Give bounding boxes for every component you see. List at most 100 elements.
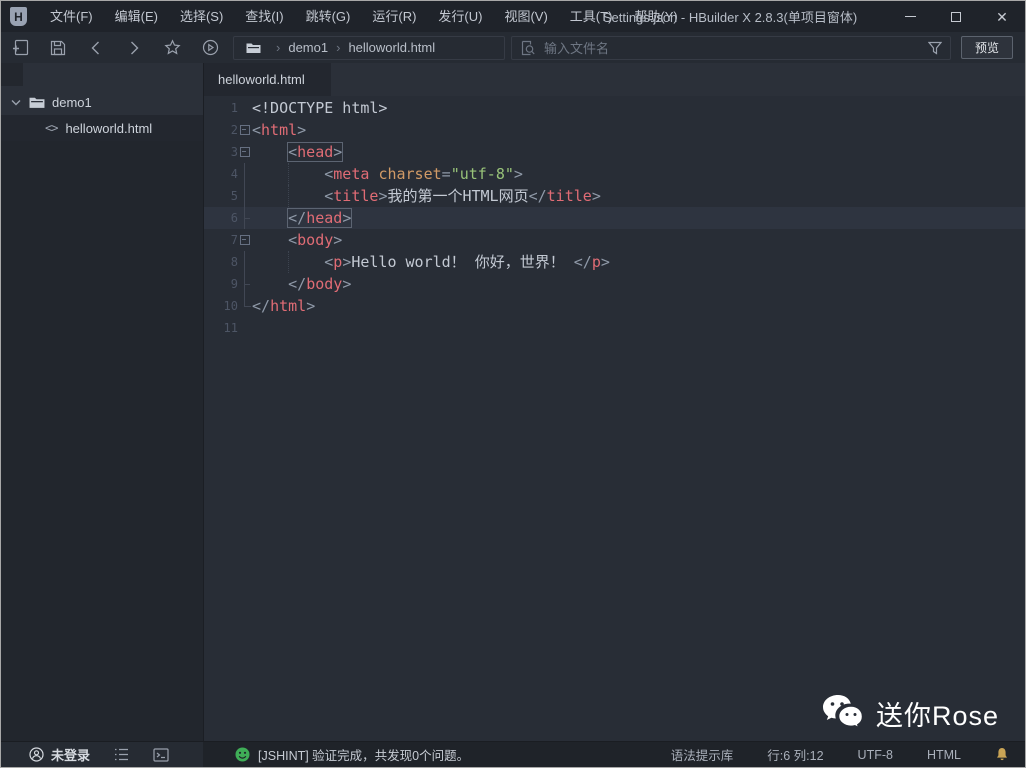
project-name-label: demo1 <box>52 95 92 110</box>
chevron-down-icon[interactable] <box>11 99 25 106</box>
line-number: 8 <box>204 251 238 273</box>
smiley-ok-icon <box>235 747 250 762</box>
code-line-5[interactable]: 5 <title>我的第一个HTML网页</title> <box>204 185 1025 207</box>
menu-item-2[interactable]: 选择(S) <box>169 1 234 32</box>
line-number: 6 <box>204 207 238 229</box>
app-window: H 文件(F)编辑(E)选择(S)查找(I)跳转(G)运行(R)发行(U)视图(… <box>0 0 1026 768</box>
save-button[interactable] <box>39 32 77 63</box>
line-number: 5 <box>204 185 238 207</box>
fold-toggle-icon[interactable] <box>238 141 252 163</box>
notifications-button[interactable] <box>995 747 1009 762</box>
main-area: demo1 <> helloworld.html helloworld.html… <box>1 63 1025 741</box>
code-line-6[interactable]: 6 </head> <box>204 207 1025 229</box>
bell-icon <box>995 747 1009 762</box>
menu-item-3[interactable]: 查找(I) <box>234 1 294 32</box>
outline-button[interactable] <box>114 748 129 761</box>
fold-guide <box>238 97 252 119</box>
fold-toggle-icon[interactable] <box>238 229 252 251</box>
indent-guide <box>288 163 289 185</box>
user-icon <box>29 747 44 762</box>
code-line-8[interactable]: 8 <p>Hello world！ 你好，世界！ </p> <box>204 251 1025 273</box>
fold-guide <box>238 163 252 185</box>
run-button[interactable] <box>191 32 229 63</box>
fold-guide <box>238 295 252 317</box>
encoding-selector[interactable]: UTF-8 <box>858 748 893 762</box>
code-text: <title>我的第一个HTML网页</title> <box>252 185 601 207</box>
code-text: <body> <box>252 229 342 251</box>
project-explorer: demo1 <> helloworld.html <box>1 63 203 741</box>
lint-message: [JSHINT] 验证完成，共发现0个问题。 <box>258 745 469 764</box>
code-line-11[interactable]: 11 <box>204 317 1025 339</box>
maximize-button[interactable] <box>933 1 979 32</box>
tab-helloworld[interactable]: helloworld.html <box>204 63 331 96</box>
close-button[interactable]: ✕ <box>979 1 1025 32</box>
tree-item-project[interactable]: demo1 <box>1 89 203 115</box>
forward-button[interactable] <box>115 32 153 63</box>
breadcrumb-file[interactable]: helloworld.html <box>348 40 435 55</box>
syntax-library-button[interactable]: 语法提示库 <box>671 745 734 764</box>
minimize-icon <box>905 16 916 17</box>
code-line-3[interactable]: 3 <head> <box>204 141 1025 163</box>
code-line-1[interactable]: 1 <!DOCTYPE html> <box>204 97 1025 119</box>
watermark: 送你Rose <box>820 693 999 733</box>
close-icon: ✕ <box>996 10 1008 24</box>
line-number: 1 <box>204 97 238 119</box>
cursor-position[interactable]: 行:6 列:12 <box>767 745 823 764</box>
code-text: </html> <box>252 295 315 317</box>
login-label: 未登录 <box>51 745 90 764</box>
lint-status[interactable]: [JSHINT] 验证完成，共发现0个问题。 <box>235 745 469 764</box>
editor-pane: helloworld.html 1 <!DOCTYPE html>2<html>3… <box>203 63 1025 741</box>
filter-funnel-icon <box>928 41 942 55</box>
statusbar: 未登录 [JSHINT] 验证完成，共发现0个问题。 语法提示库 行:6 列:1… <box>1 741 1025 767</box>
code-text: </head> <box>252 207 351 229</box>
file-search-icon <box>520 40 536 56</box>
back-button[interactable] <box>77 32 115 63</box>
menu-item-1[interactable]: 编辑(E) <box>104 1 169 32</box>
statusbar-right: 语法提示库 行:6 列:12 UTF-8 HTML <box>671 745 1025 764</box>
preview-button[interactable]: 预览 <box>961 36 1013 59</box>
code-text: <!DOCTYPE html> <box>252 97 387 119</box>
menu-item-0[interactable]: 文件(F) <box>39 1 104 32</box>
code-line-9[interactable]: 9 </body> <box>204 273 1025 295</box>
code-text: <html> <box>252 119 306 141</box>
code-line-4[interactable]: 4 <meta charset="utf-8"> <box>204 163 1025 185</box>
menu-item-7[interactable]: 视图(V) <box>493 1 558 32</box>
line-number: 11 <box>204 317 238 339</box>
breadcrumb-project[interactable]: demo1 <box>288 40 328 55</box>
fold-guide <box>238 185 252 207</box>
minimize-button[interactable] <box>887 1 933 32</box>
file-name-label: helloworld.html <box>65 121 152 136</box>
code-text: <p>Hello world！ 你好，世界！ </p> <box>252 251 610 273</box>
menu-item-5[interactable]: 运行(R) <box>361 1 427 32</box>
play-circle-icon <box>202 39 219 56</box>
fold-guide <box>238 317 252 339</box>
fold-toggle-icon[interactable] <box>238 119 252 141</box>
language-mode-selector[interactable]: HTML <box>927 748 961 762</box>
code-text: <head> <box>252 141 342 163</box>
chevron-left-icon <box>89 40 103 56</box>
tree-item-file-selected[interactable]: <> helloworld.html <box>1 115 203 141</box>
filter-button[interactable] <box>928 41 942 55</box>
login-status[interactable]: 未登录 <box>29 745 90 764</box>
folder-icon <box>246 42 261 54</box>
terminal-icon <box>153 748 169 762</box>
maximize-icon <box>951 12 961 22</box>
menu-item-6[interactable]: 发行(U) <box>427 1 493 32</box>
console-button[interactable] <box>153 748 169 762</box>
filename-search-input[interactable]: 输入文件名 <box>511 36 951 60</box>
new-file-button[interactable] <box>1 32 39 63</box>
window-controls: ✕ <box>887 1 1025 32</box>
window-title: Settings.json - HBuilder X 2.8.3(单项目窗体) <box>603 7 857 26</box>
search-placeholder: 输入文件名 <box>544 38 928 57</box>
code-line-10[interactable]: 10</html> <box>204 295 1025 317</box>
code-editor[interactable]: 1<!DOCTYPE html>2<html>3 <head>4 <meta c… <box>204 96 1025 741</box>
menu-item-4[interactable]: 跳转(G) <box>295 1 362 32</box>
line-number: 3 <box>204 141 238 163</box>
project-explorer-header: demo1 <box>1 63 203 115</box>
html-file-icon: <> <box>45 121 57 135</box>
code-line-2[interactable]: 2<html> <box>204 119 1025 141</box>
star-icon <box>164 39 181 56</box>
bookmark-button[interactable] <box>153 32 191 63</box>
code-line-7[interactable]: 7 <body> <box>204 229 1025 251</box>
matching-tag-highlight: <head> <box>288 143 342 161</box>
